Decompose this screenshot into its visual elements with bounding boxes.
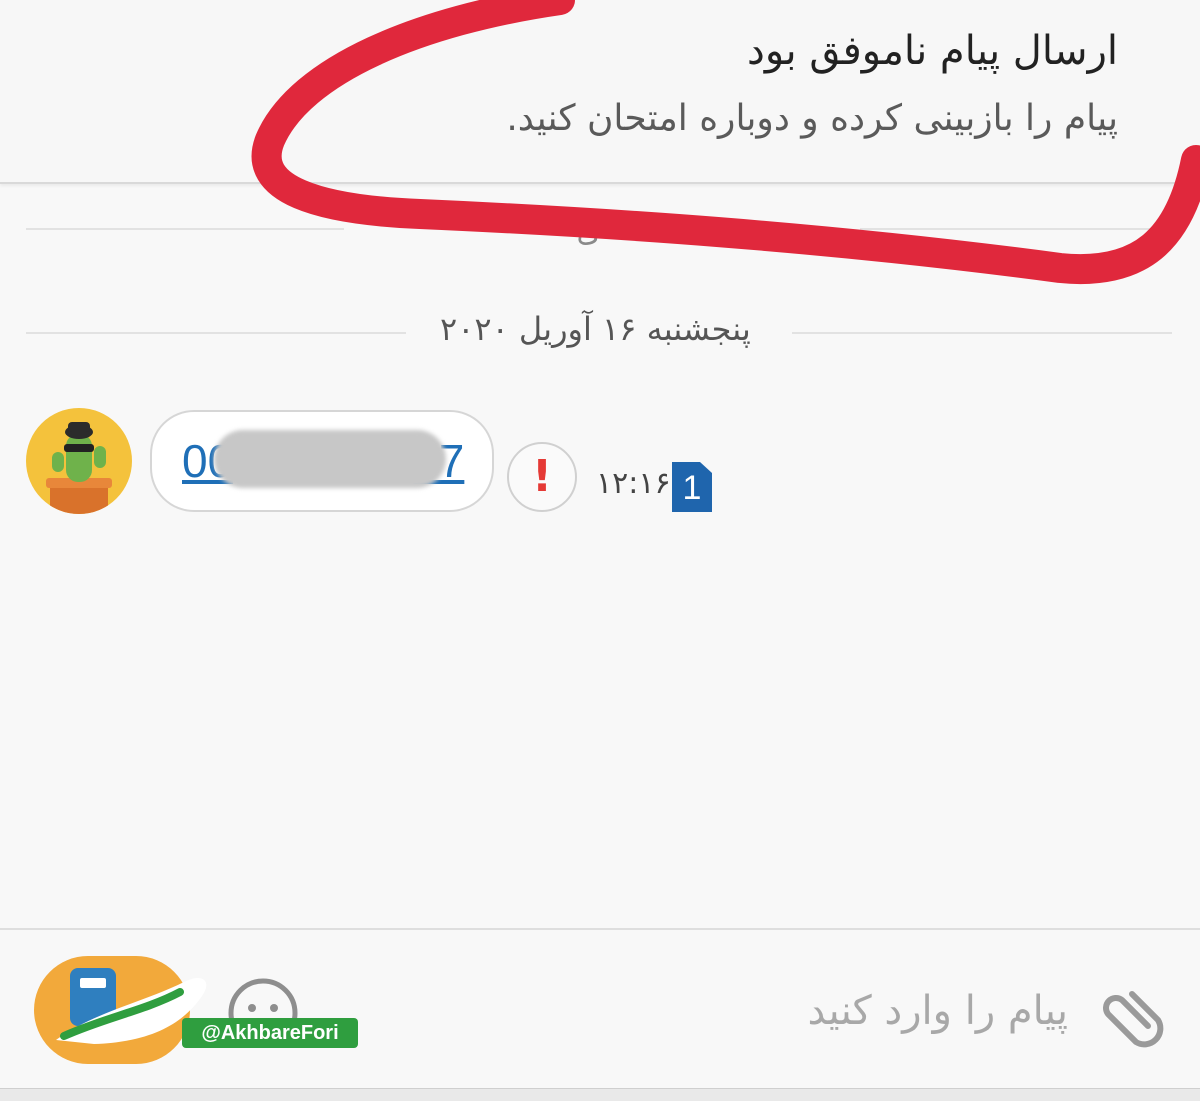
- send-error-icon[interactable]: !: [507, 442, 577, 512]
- bottom-edge: [0, 1088, 1200, 1101]
- watermark-handle: @AkhbareFori: [182, 1018, 358, 1048]
- banner-subtitle: پیام را بازبینی کرده و دوباره امتحان کنی…: [506, 98, 1118, 139]
- message-input[interactable]: پیام را وارد کنید: [808, 988, 1068, 1034]
- paperclip-icon[interactable]: [1088, 974, 1168, 1054]
- contact-avatar[interactable]: [26, 408, 132, 514]
- sim1-icon: 1: [672, 462, 712, 512]
- redaction-blur: [214, 430, 446, 488]
- older-section-label: ی: [576, 214, 600, 249]
- divider-line: [26, 228, 344, 230]
- banner-title: ارسال پیام ناموفق بود: [747, 28, 1118, 74]
- cactus-avatar-icon: [46, 422, 112, 514]
- date-separator: پنجشنبه ۱۶ آوریل ۲۰۲۰: [440, 310, 751, 348]
- divider-line: [860, 228, 1172, 230]
- send-failed-banner: ارسال پیام ناموفق بود پیام را بازبینی کر…: [0, 0, 1200, 184]
- date-divider-right: [792, 332, 1172, 334]
- message-time: ۱۲:۱۶: [596, 466, 671, 501]
- akhbarefori-logo: [34, 956, 207, 1064]
- date-divider-left: [26, 332, 406, 334]
- message-bubble[interactable]: 0077: [150, 410, 494, 512]
